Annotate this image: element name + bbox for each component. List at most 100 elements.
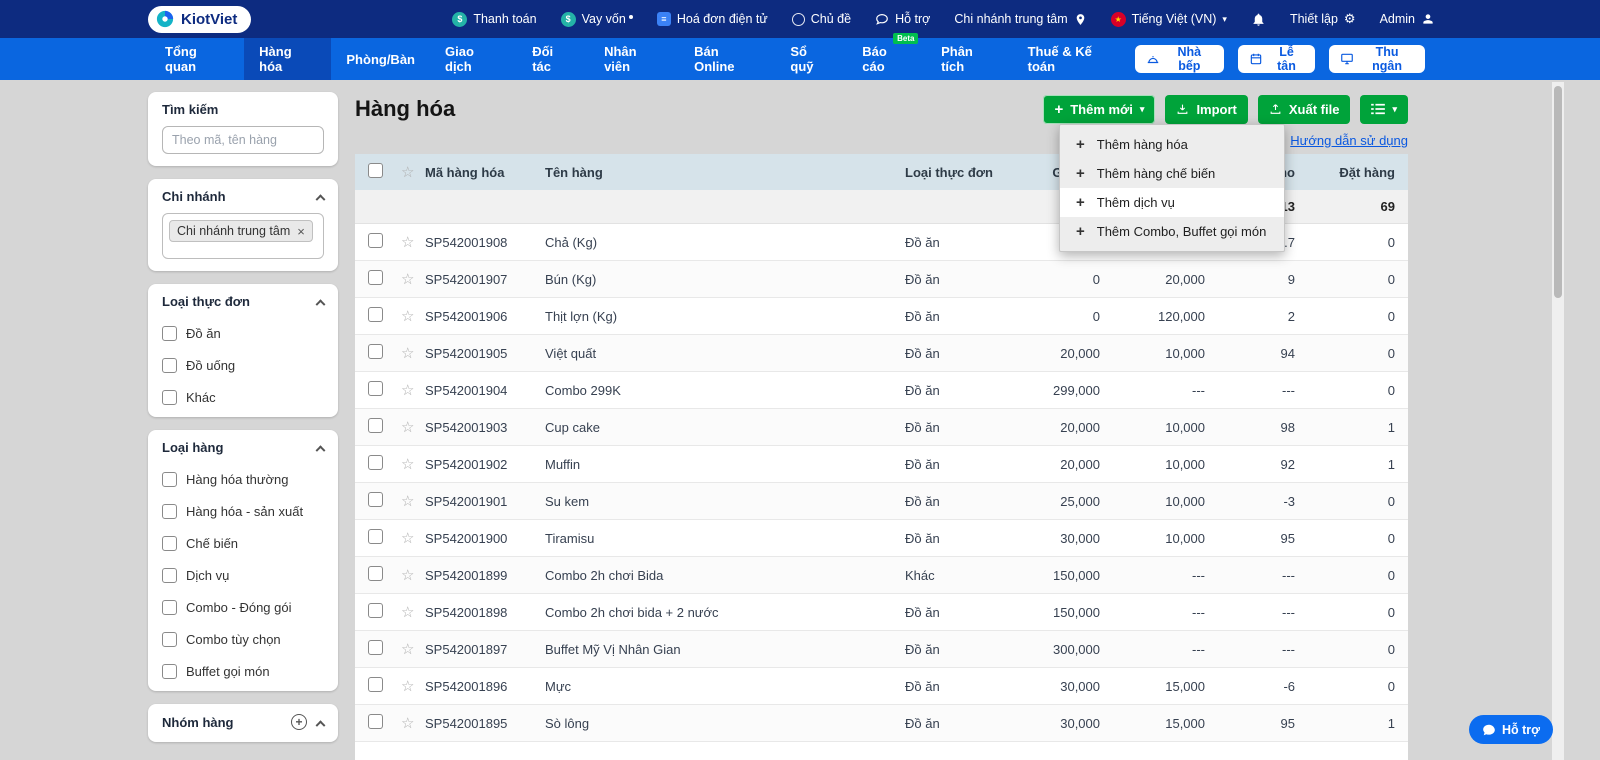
row-checkbox[interactable] xyxy=(368,640,383,655)
star-icon[interactable]: ☆ xyxy=(401,164,414,181)
topbar-item-payment[interactable]: $ Thanh toán xyxy=(452,12,536,27)
row-checkbox[interactable] xyxy=(368,529,383,544)
checkbox[interactable] xyxy=(162,504,177,519)
column-header-name[interactable]: Tên hàng xyxy=(545,165,905,180)
user-guide-link[interactable]: Hướng dẫn sử dụng xyxy=(1290,133,1408,148)
row-checkbox[interactable] xyxy=(368,714,383,729)
row-checkbox[interactable] xyxy=(368,270,383,285)
row-checkbox[interactable] xyxy=(368,307,383,322)
star-icon[interactable]: ☆ xyxy=(401,234,414,251)
menu-item-them-hang-che-bien[interactable]: + Thêm hàng chế biến xyxy=(1060,159,1284,188)
star-icon[interactable]: ☆ xyxy=(401,308,414,325)
row-checkbox[interactable] xyxy=(368,492,383,507)
kiotviet-logo[interactable]: KiotViet xyxy=(148,6,251,33)
checkbox[interactable] xyxy=(162,390,177,405)
filter-option-che-bien[interactable]: Chế biến xyxy=(162,536,324,551)
export-button[interactable]: Xuất file xyxy=(1258,95,1351,124)
menu-item-them-hang-hoa[interactable]: + Thêm hàng hóa xyxy=(1060,130,1284,159)
checkbox[interactable] xyxy=(162,632,177,647)
cashier-button[interactable]: Thu ngân xyxy=(1329,45,1425,73)
column-header-menu-type[interactable]: Loại thực đơn xyxy=(905,165,1005,180)
tab-so-quy[interactable]: Sổ quỹ xyxy=(775,38,847,80)
star-icon[interactable]: ☆ xyxy=(401,382,414,399)
table-row[interactable]: ☆ SP542001907 Bún (Kg) Đồ ăn 0 20,000 9 … xyxy=(355,261,1408,298)
table-row[interactable]: ☆ SP542001898 Combo 2h chơi bida + 2 nướ… xyxy=(355,594,1408,631)
star-icon[interactable]: ☆ xyxy=(401,604,414,621)
table-row[interactable]: ☆ SP542001902 Muffin Đồ ăn 20,000 10,000… xyxy=(355,446,1408,483)
filter-option-combo-tuy-chon[interactable]: Combo tùy chọn xyxy=(162,632,324,647)
branch-select[interactable]: Chi nhánh trung tâm × xyxy=(162,213,324,259)
tab-thue-ke-toan[interactable]: Thuế & Kế toán xyxy=(1013,38,1135,80)
star-icon[interactable]: ☆ xyxy=(401,678,414,695)
filter-option-do-an[interactable]: Đồ ăn xyxy=(162,326,324,341)
filter-option-dich-vu[interactable]: Dịch vụ xyxy=(162,568,324,583)
reception-button[interactable]: Lễ tân xyxy=(1238,45,1315,73)
table-row[interactable]: ☆ SP542001903 Cup cake Đồ ăn 20,000 10,0… xyxy=(355,409,1408,446)
topbar-item-loan[interactable]: $ Vay vốn xyxy=(561,12,633,27)
table-row[interactable]: ☆ SP542001899 Combo 2h chơi Bida Khác 15… xyxy=(355,557,1408,594)
row-checkbox[interactable] xyxy=(368,677,383,692)
tab-nhan-vien[interactable]: Nhân viên xyxy=(589,38,679,80)
topbar-item-einvoice[interactable]: ≡ Hoá đơn điện tử xyxy=(657,12,768,26)
topbar-item-branch[interactable]: Chi nhánh trung tâm xyxy=(954,12,1086,26)
row-checkbox[interactable] xyxy=(368,455,383,470)
branch-tag[interactable]: Chi nhánh trung tâm × xyxy=(169,220,313,242)
scrollbar-thumb[interactable] xyxy=(1554,86,1562,298)
add-new-button[interactable]: + Thêm mới ▾ xyxy=(1043,95,1155,124)
chevron-up-icon[interactable] xyxy=(316,445,326,455)
tab-phong-ban[interactable]: Phòng/Bàn xyxy=(331,38,430,80)
topbar-item-admin[interactable]: Admin xyxy=(1380,12,1435,26)
star-icon[interactable]: ☆ xyxy=(401,715,414,732)
row-checkbox[interactable] xyxy=(368,566,383,581)
tab-giao-dich[interactable]: Giao dịch xyxy=(430,38,517,80)
page-scrollbar[interactable] xyxy=(1552,82,1564,760)
table-row[interactable]: ☆ SP542001895 Sò lông Đồ ăn 30,000 15,00… xyxy=(355,705,1408,742)
row-checkbox[interactable] xyxy=(368,233,383,248)
filter-option-hang-hoa-thuong[interactable]: Hàng hóa thường xyxy=(162,472,324,487)
table-row[interactable]: ☆ SP542001897 Buffet Mỹ Vị Nhân Gian Đồ … xyxy=(355,631,1408,668)
topbar-item-support[interactable]: Hỗ trợ Beta xyxy=(875,12,930,26)
row-checkbox[interactable] xyxy=(368,344,383,359)
floating-support-button[interactable]: Hỗ trợ xyxy=(1469,715,1553,744)
star-icon[interactable]: ☆ xyxy=(401,493,414,510)
import-button[interactable]: Import xyxy=(1165,95,1247,124)
checkbox[interactable] xyxy=(162,326,177,341)
filter-option-hang-hoa-san-xuat[interactable]: Hàng hóa - sản xuất xyxy=(162,504,324,519)
row-checkbox[interactable] xyxy=(368,418,383,433)
column-options-button[interactable]: ▾ xyxy=(1360,95,1408,124)
checkbox[interactable] xyxy=(162,568,177,583)
chevron-up-icon[interactable] xyxy=(316,720,326,730)
table-row[interactable]: ☆ SP542001900 Tiramisu Đồ ăn 30,000 10,0… xyxy=(355,520,1408,557)
star-icon[interactable]: ☆ xyxy=(401,345,414,362)
star-icon[interactable]: ☆ xyxy=(401,419,414,436)
checkbox[interactable] xyxy=(162,358,177,373)
add-group-icon[interactable]: + xyxy=(291,714,307,730)
filter-option-combo-dong-goi[interactable]: Combo - Đóng gói xyxy=(162,600,324,615)
table-row[interactable]: ☆ SP542001896 Mực Đồ ăn 30,000 15,000 -6… xyxy=(355,668,1408,705)
menu-item-them-dich-vu[interactable]: + Thêm dịch vụ xyxy=(1060,188,1284,217)
star-icon[interactable]: ☆ xyxy=(401,567,414,584)
topbar-item-theme[interactable]: Chủ đề xyxy=(792,12,851,26)
tab-bao-cao[interactable]: Báo cáo xyxy=(847,38,926,80)
chevron-up-icon[interactable] xyxy=(316,194,326,204)
star-icon[interactable]: ☆ xyxy=(401,530,414,547)
tab-phan-tich[interactable]: Phân tích xyxy=(926,38,1013,80)
star-icon[interactable]: ☆ xyxy=(401,456,414,473)
menu-item-them-combo-buffet[interactable]: + Thêm Combo, Buffet gọi món xyxy=(1060,217,1284,246)
kitchen-button[interactable]: Nhà bếp xyxy=(1135,45,1224,73)
tab-tong-quan[interactable]: Tổng quan xyxy=(150,38,244,80)
row-checkbox[interactable] xyxy=(368,603,383,618)
notifications-button[interactable] xyxy=(1251,12,1266,27)
tab-ban-online[interactable]: Bán Online xyxy=(679,38,775,80)
topbar-item-settings[interactable]: Thiết lập ⚙ xyxy=(1290,11,1356,27)
chevron-up-icon[interactable] xyxy=(316,299,326,309)
star-icon[interactable]: ☆ xyxy=(401,271,414,288)
star-icon[interactable]: ☆ xyxy=(401,641,414,658)
remove-branch-icon[interactable]: × xyxy=(297,225,305,238)
tab-hang-hoa[interactable]: Hàng hóa xyxy=(244,38,331,80)
column-header-ordered[interactable]: Đặt hàng xyxy=(1295,165,1408,180)
table-row[interactable]: ☆ SP542001906 Thịt lợn (Kg) Đồ ăn 0 120,… xyxy=(355,298,1408,335)
filter-option-khac[interactable]: Khác xyxy=(162,390,324,405)
row-checkbox[interactable] xyxy=(368,381,383,396)
column-header-code[interactable]: Mã hàng hóa xyxy=(425,165,545,180)
